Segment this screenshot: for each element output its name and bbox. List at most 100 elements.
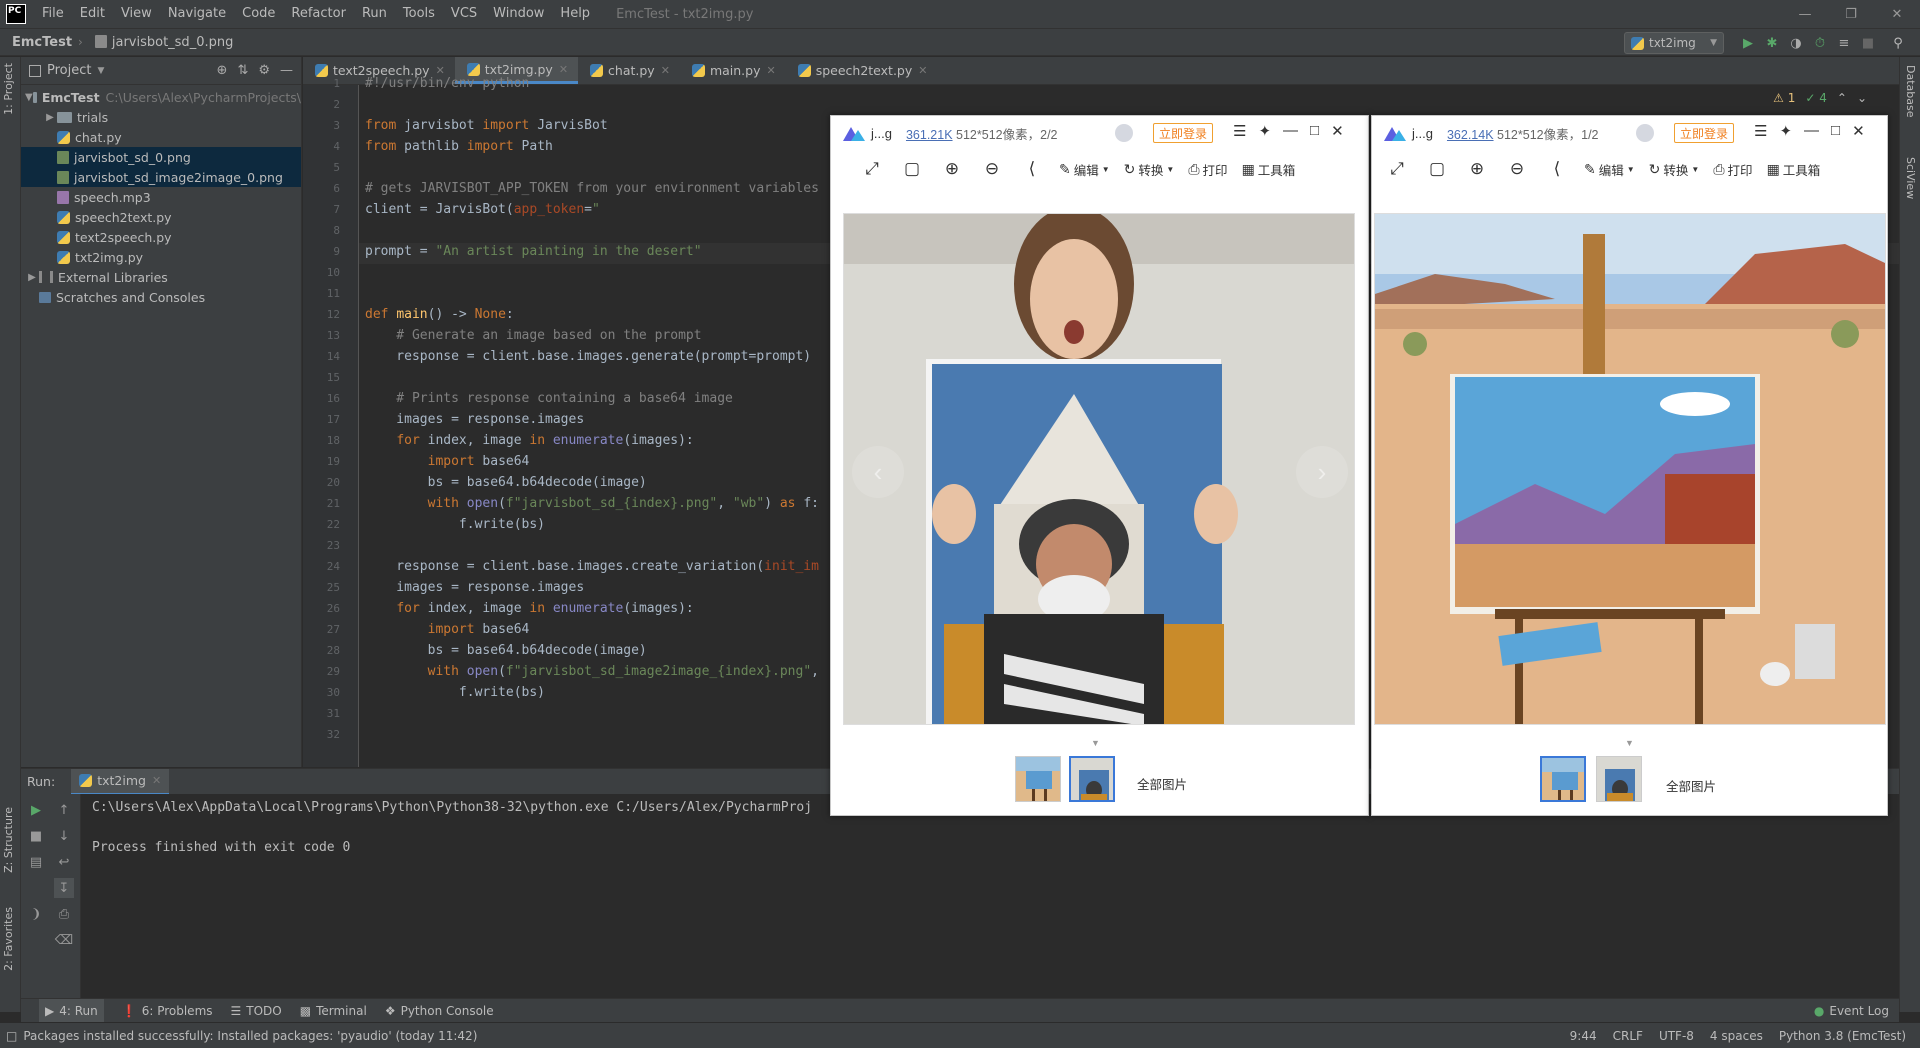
tree-item-jarvisbot-sd-0-png[interactable]: jarvisbot_sd_0.png — [21, 147, 301, 167]
viewer-file-size[interactable]: 361.21K — [906, 128, 953, 142]
print-button[interactable]: ⎙ 打印 — [1713, 160, 1752, 179]
line-separator[interactable]: CRLF — [1613, 1029, 1643, 1043]
tree-item-trials[interactable]: ▶ trials — [21, 107, 301, 127]
tree-root[interactable]: ▼ EmcTest C:\Users\Alex\PycharmProjects\ — [21, 87, 301, 107]
collapse-thumbnails-icon[interactable]: ▼ — [1091, 738, 1100, 748]
toolbox-button[interactable]: ▦ 工具箱 — [1767, 160, 1821, 179]
tool-tab-run[interactable]: ▶ 4: Run — [39, 998, 104, 1023]
expand-arrow-icon[interactable]: ▶ — [43, 112, 57, 123]
caret-position[interactable]: 9:44 — [1570, 1029, 1597, 1043]
code-line[interactable]: for index, image in enumerate(images): — [365, 598, 693, 619]
menu-tools[interactable]: Tools — [395, 0, 443, 28]
menu-help[interactable]: Help — [552, 0, 598, 28]
chevron-down-icon[interactable]: ▼ — [97, 66, 104, 76]
run-icon[interactable]: ▶ — [1738, 33, 1758, 53]
code-line[interactable]: import base64 — [365, 619, 530, 640]
down-arrow-icon[interactable]: ↓ — [54, 826, 74, 846]
code-line[interactable]: with open(f"jarvisbot_sd_image2image_{in… — [365, 661, 819, 682]
code-line[interactable]: f.write(bs) — [365, 682, 545, 703]
close-tab-icon[interactable]: ✕ — [766, 64, 775, 77]
project-tool-tab[interactable]: 1: Project — [2, 63, 15, 115]
zoom-in-icon[interactable]: ⊕ — [1464, 159, 1490, 179]
avatar[interactable] — [1636, 124, 1654, 142]
hide-icon[interactable]: — — [280, 63, 293, 78]
search-icon[interactable]: ⚲ — [1888, 33, 1908, 53]
code-line[interactable]: response = client.base.images.generate(p… — [365, 346, 811, 367]
thumbnail-1[interactable] — [1015, 756, 1061, 802]
tree-item-speech-mp3[interactable]: speech.mp3 — [21, 187, 301, 207]
debug-icon[interactable]: ✱ — [1762, 33, 1782, 53]
status-toggle-icon[interactable]: □ — [6, 1029, 17, 1043]
breadcrumb-project[interactable]: EmcTest — [0, 35, 78, 50]
menu-vcs[interactable]: VCS — [443, 0, 485, 28]
restore-icon[interactable]: ❐ — [1828, 0, 1874, 28]
pin-icon[interactable]: ❩ — [26, 904, 46, 924]
viewer-image[interactable]: ‹ › — [843, 213, 1355, 725]
layout-icon[interactable]: ▤ — [26, 852, 46, 872]
pin-icon[interactable]: ✦ — [1779, 122, 1792, 140]
profile-icon[interactable]: ⏱ — [1810, 33, 1830, 53]
tab-chat-py[interactable]: chat.py ✕ — [578, 57, 680, 84]
zoom-out-icon[interactable]: ⊖ — [979, 159, 1005, 179]
build-icon[interactable]: ≡ — [1834, 33, 1854, 53]
code-line[interactable]: # Generate an image based on the prompt — [365, 325, 701, 346]
close-tab-icon[interactable]: ✕ — [918, 64, 927, 77]
next-image-icon[interactable]: › — [1296, 446, 1348, 498]
tool-tab-terminal[interactable]: ▩ Terminal — [300, 1004, 367, 1018]
run-console[interactable]: ▶ ↑ ■ ↓ ▤ ↩ ↧ ❩ ⎙ ⌫ C:\Users\Alex\AppDat… — [21, 794, 1899, 998]
code-line[interactable]: f.write(bs) — [365, 514, 545, 535]
file-encoding[interactable]: UTF-8 — [1659, 1029, 1694, 1043]
code-line[interactable]: client = JarvisBot(app_token=" — [365, 199, 600, 220]
soft-wrap-icon[interactable]: ↩ — [54, 852, 74, 872]
close-icon[interactable]: ✕ — [1874, 0, 1920, 28]
tree-item-speech2text-py[interactable]: speech2text.py — [21, 207, 301, 227]
close-tab-icon[interactable]: ✕ — [661, 64, 670, 77]
tree-item-external-libraries[interactable]: ▶ External Libraries — [21, 267, 301, 287]
tree-item-scratches[interactable]: Scratches and Consoles — [21, 287, 301, 307]
indent-setting[interactable]: 4 spaces — [1710, 1029, 1763, 1043]
prev-image-icon[interactable]: ‹ — [852, 446, 904, 498]
fit-icon[interactable]: ▢ — [899, 159, 925, 179]
zoom-out-icon[interactable]: ⊖ — [1504, 159, 1530, 179]
minimize-icon[interactable]: — — [1782, 0, 1828, 28]
code-line[interactable]: images = response.images — [365, 409, 584, 430]
convert-button[interactable]: ↻ 转换 ▼ — [1124, 160, 1175, 179]
collapse-all-icon[interactable]: ⇅ — [237, 63, 248, 78]
print-icon[interactable]: ⎙ — [54, 904, 74, 924]
fit-icon[interactable]: ▢ — [1424, 159, 1450, 179]
menu-icon[interactable]: ☰ — [1754, 122, 1767, 140]
run-configuration-select[interactable]: txt2img ▼ — [1624, 32, 1724, 54]
all-pictures-link[interactable]: 全部图片 — [1137, 774, 1187, 793]
viewer-file-size[interactable]: 362.14K — [1447, 128, 1494, 142]
run-tab-txt2img[interactable]: txt2img ✕ — [71, 768, 170, 795]
close-icon[interactable]: ✕ — [1331, 122, 1344, 140]
stop-icon[interactable]: ■ — [26, 826, 46, 846]
print-button[interactable]: ⎙ 打印 — [1188, 160, 1227, 179]
maximize-icon[interactable]: □ — [1310, 122, 1319, 140]
tree-item-chat-py[interactable]: chat.py — [21, 127, 301, 147]
thumbnail-2[interactable] — [1069, 756, 1115, 802]
code-line[interactable]: # Prints response containing a base64 im… — [365, 388, 733, 409]
thumbnail-2[interactable] — [1596, 756, 1642, 802]
close-tab-icon[interactable]: ✕ — [152, 774, 161, 787]
close-icon[interactable]: ✕ — [1852, 122, 1865, 140]
convert-button[interactable]: ↻ 转换 ▼ — [1649, 160, 1700, 179]
expand-arrow-icon[interactable]: ▼ — [25, 92, 33, 103]
fullscreen-icon[interactable]: ⤢ — [1384, 159, 1410, 179]
code-line[interactable]: images = response.images — [365, 577, 584, 598]
avatar[interactable] — [1115, 124, 1133, 142]
menu-icon[interactable]: ☰ — [1233, 122, 1246, 140]
sciview-tool-tab[interactable]: SciView — [1904, 157, 1917, 199]
code-line[interactable]: bs = base64.b64decode(image) — [365, 472, 647, 493]
code-line[interactable]: from pathlib import Path — [365, 136, 553, 157]
breadcrumb-file[interactable]: jarvisbot_sd_0.png — [83, 34, 239, 50]
inspection-status[interactable]: ⚠ 1 ✓ 4 ⌃ ⌄ — [1773, 91, 1867, 105]
menu-file[interactable]: File — [34, 0, 72, 28]
locate-icon[interactable]: ⊕ — [217, 63, 228, 78]
menu-run[interactable]: Run — [354, 0, 395, 28]
edit-button[interactable]: ✎ 编辑 ▼ — [1584, 160, 1635, 179]
code-line[interactable]: for index, image in enumerate(images): — [365, 430, 693, 451]
login-button[interactable]: 立即登录 — [1674, 123, 1735, 143]
minimize-icon[interactable]: — — [1283, 122, 1298, 140]
tab-speech2text-py[interactable]: speech2text.py ✕ — [786, 57, 938, 84]
